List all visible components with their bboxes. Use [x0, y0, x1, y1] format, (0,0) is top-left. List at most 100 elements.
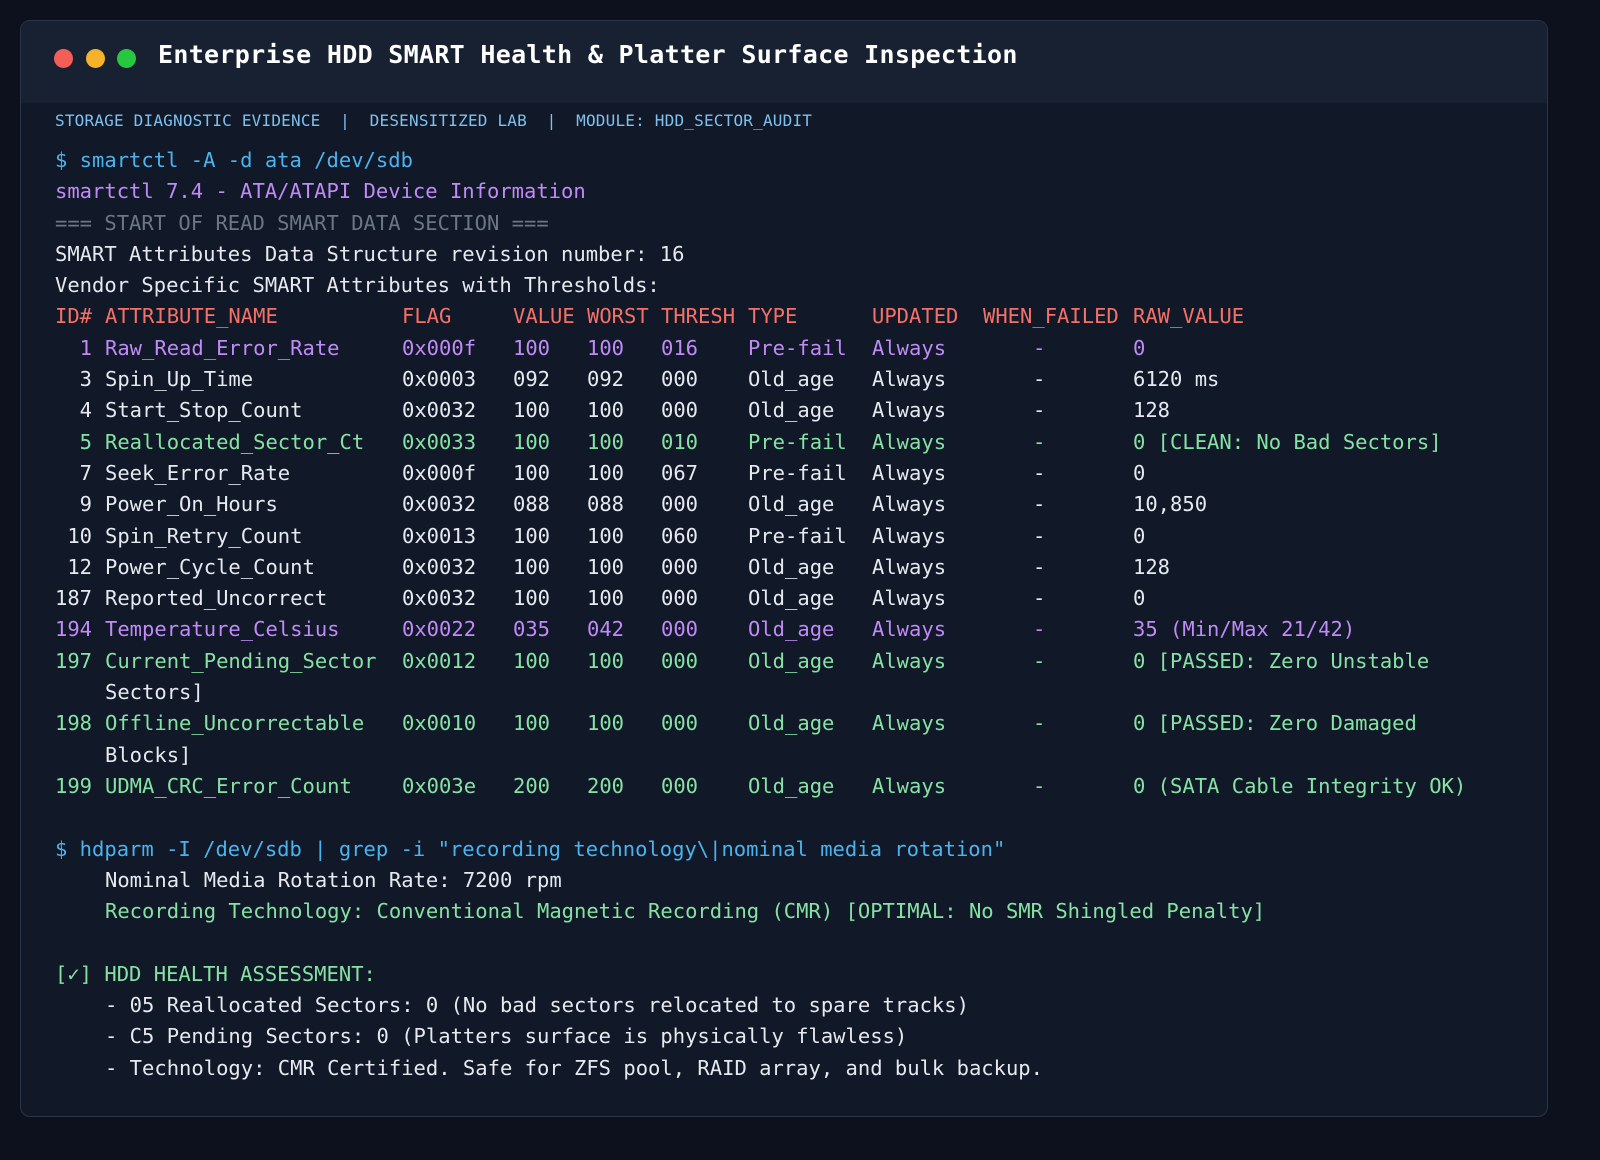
close-window-button[interactable] — [54, 49, 73, 68]
attr-flag: 0x0032 — [402, 398, 477, 423]
attr-updated: Always — [872, 523, 947, 548]
attr-thresh: 000 — [661, 711, 699, 736]
attr-worst: 042 — [587, 617, 625, 642]
attr-flag: 0x0022 — [402, 617, 477, 642]
attr-when-failed: - — [1033, 398, 1046, 423]
attr-type: Pre-fail — [748, 335, 847, 360]
attr-name: Spin_Retry_Count — [105, 523, 303, 548]
attr-id: 9 — [79, 492, 92, 517]
attr-id: 4 — [79, 398, 92, 423]
attr-type: Old_age — [748, 398, 835, 423]
attr-name: Current_Pending_Sector — [105, 648, 377, 673]
attr-type: Old_age — [748, 492, 835, 517]
attr-id: 3 — [79, 367, 92, 392]
attr-raw-value: 0 — [1133, 523, 1146, 548]
table-row: 5 Reallocated_Sector_Ct 0x0033 100 100 010 Pre… — [55, 427, 1442, 458]
rotation-rate-line: Nominal Media Rotation Rate: 7200 rpm — [105, 867, 562, 892]
attr-raw-value: 0 [CLEAN: No Bad Sectors] — [1133, 429, 1442, 454]
attr-id: 7 — [79, 460, 92, 485]
assessment-title: [✓] HDD HEALTH ASSESSMENT: — [55, 961, 376, 986]
terminal-output: $ smartctl -A -d ata /dev/sdb smartctl 7… — [55, 145, 1466, 1084]
table-row: 9 Power_On_Hours 0x0032 088 088 000 Old_age Alw… — [55, 489, 1265, 520]
attr-updated: Always — [872, 773, 947, 798]
attr-worst: 092 — [587, 367, 625, 392]
recording-technology-line: Recording Technology: Conventional Magne… — [105, 899, 1266, 924]
maximize-window-button[interactable] — [117, 49, 136, 68]
attr-type: Pre-fail — [748, 460, 847, 485]
attr-thresh: 000 — [661, 398, 699, 423]
attr-raw-value: 6120 ms — [1133, 367, 1220, 392]
attr-thresh: 000 — [661, 617, 699, 642]
header-type: TYPE — [748, 304, 798, 329]
table-row: 187 Reported_Uncorrect 0x0032 100 100 000 Old_… — [55, 583, 1265, 614]
attr-id: 1 — [79, 335, 92, 360]
attr-when-failed: - — [1033, 429, 1046, 454]
attr-name: Reported_Uncorrect — [105, 586, 328, 611]
attr-worst: 100 — [587, 711, 625, 736]
attr-id: 5 — [79, 429, 92, 454]
attr-worst: 100 — [587, 398, 625, 423]
header-thresh: THRESH — [661, 304, 736, 329]
header-id: ID# — [55, 304, 93, 329]
attr-flag: 0x000f — [402, 335, 477, 360]
attr-raw-value: 0 [PASSED: Zero Damaged — [1133, 711, 1417, 736]
section-banner: === START OF READ SMART DATA SECTION === — [55, 210, 549, 235]
attr-flag: 0x0013 — [402, 523, 477, 548]
attr-when-failed: - — [1033, 586, 1046, 611]
attr-raw-value: 0 — [1133, 460, 1146, 485]
attr-worst: 100 — [587, 335, 625, 360]
table-row: 199 UDMA_CRC_Error_Count 0x003e 200 200 000 Ol… — [55, 771, 1466, 802]
attr-id: 12 — [67, 554, 92, 579]
attr-when-failed: - — [1033, 648, 1046, 673]
attr-thresh: 016 — [661, 335, 699, 360]
attr-thresh: 000 — [661, 648, 699, 673]
attr-type: Old_age — [748, 648, 835, 673]
header-value: VALUE — [513, 304, 575, 329]
attr-value: 100 — [513, 554, 551, 579]
attr-value: 100 — [513, 523, 551, 548]
attr-worst: 100 — [587, 554, 625, 579]
attr-name: Raw_Read_Error_Rate — [105, 335, 340, 360]
minimize-window-button[interactable] — [86, 49, 105, 68]
attr-value: 088 — [513, 492, 551, 517]
revision-line: SMART Attributes Data Structure revision… — [55, 241, 685, 266]
attr-id: 198 — [55, 711, 93, 736]
evidence-subheader: STORAGE DIAGNOSTIC EVIDENCE | DESENSITIZ… — [55, 111, 813, 130]
table-row: 198 Offline_Uncorrectable 0x0010 100 100 000 O… — [55, 708, 1417, 771]
attr-flag: 0x0012 — [402, 648, 477, 673]
attr-raw-value-wrap: Sectors] — [105, 680, 204, 705]
attr-thresh: 000 — [661, 367, 699, 392]
attr-id: 199 — [55, 773, 93, 798]
attr-name: Reallocated_Sector_Ct — [105, 429, 365, 454]
header-when-failed: WHEN_FAILED — [983, 304, 1119, 329]
attr-when-failed: - — [1033, 367, 1046, 392]
attr-value: 100 — [513, 586, 551, 611]
attr-id: 197 — [55, 648, 93, 673]
attr-raw-value: 128 — [1133, 398, 1171, 423]
attr-flag: 0x0032 — [402, 586, 477, 611]
attr-thresh: 000 — [661, 773, 699, 798]
attr-raw-value: 0 — [1133, 586, 1146, 611]
attr-name: Seek_Error_Rate — [105, 460, 291, 485]
attr-worst: 100 — [587, 429, 625, 454]
smartctl-command: $ smartctl -A -d ata /dev/sdb — [55, 148, 413, 172]
attr-name: Power_On_Hours — [105, 492, 278, 517]
attr-value: 100 — [513, 648, 551, 673]
attr-flag: 0x0032 — [402, 492, 477, 517]
attr-worst: 088 — [587, 492, 625, 517]
attr-worst: 100 — [587, 586, 625, 611]
header-updated: UPDATED — [872, 304, 959, 329]
attr-name: Spin_Up_Time — [105, 367, 254, 392]
attr-name: UDMA_CRC_Error_Count — [105, 773, 352, 798]
attr-when-failed: - — [1033, 460, 1046, 485]
attr-raw-value: 0 [PASSED: Zero Unstable — [1133, 648, 1430, 673]
attr-value: 100 — [513, 429, 551, 454]
attr-worst: 100 — [587, 648, 625, 673]
attr-type: Pre-fail — [748, 429, 847, 454]
attr-raw-value: 0 — [1133, 335, 1146, 360]
attr-when-failed: - — [1033, 617, 1046, 642]
attribute-rows: 1 Raw_Read_Error_Rate 0x000f 100 100 016 Pre-f… — [55, 333, 1466, 802]
attr-id: 194 — [55, 617, 93, 642]
